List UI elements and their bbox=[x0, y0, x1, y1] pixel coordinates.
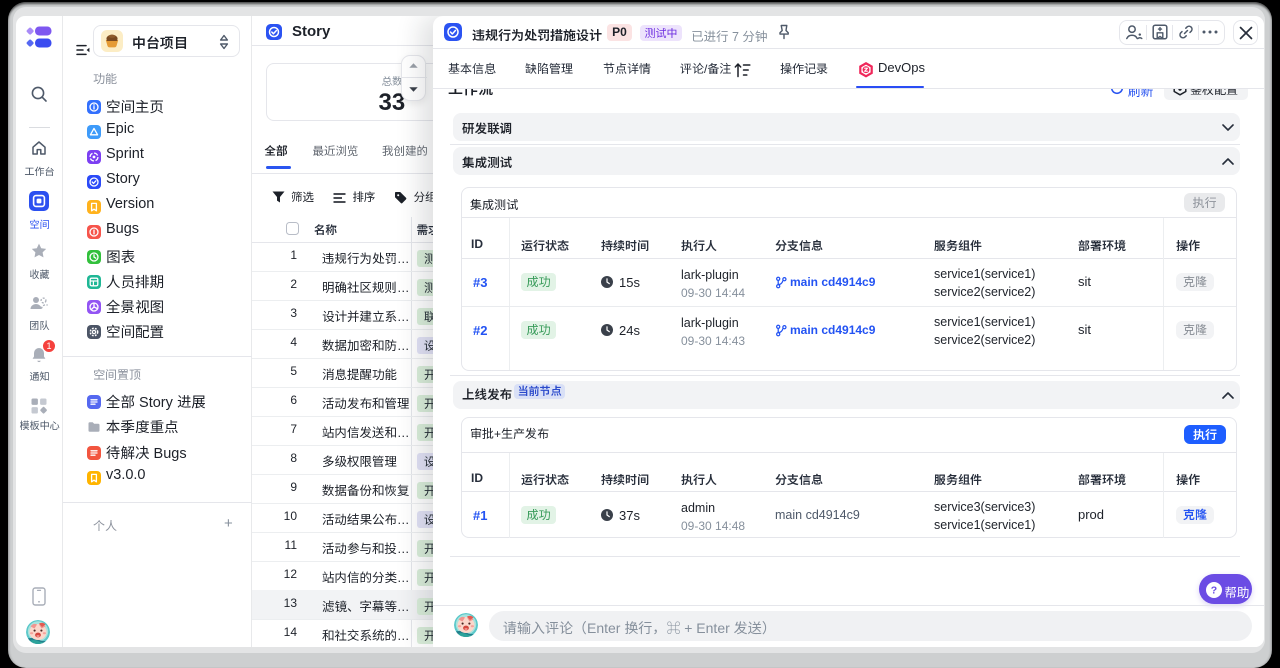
svg-text:?: ? bbox=[1211, 584, 1217, 596]
